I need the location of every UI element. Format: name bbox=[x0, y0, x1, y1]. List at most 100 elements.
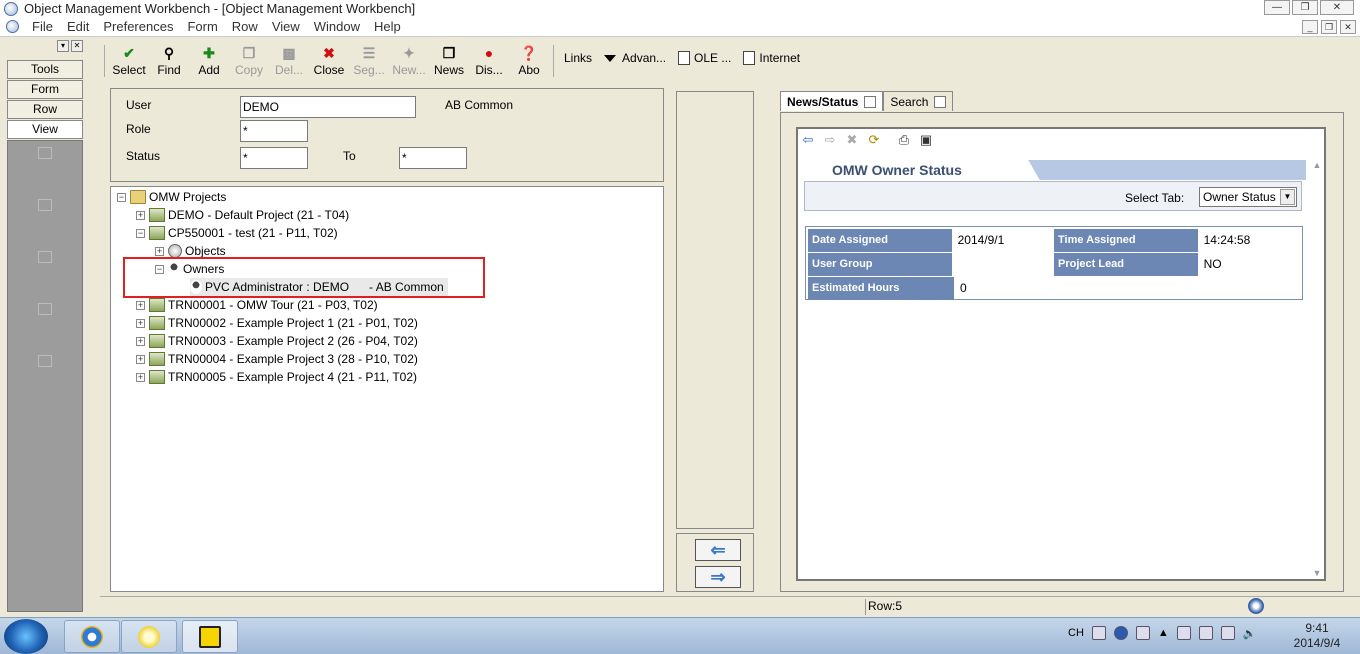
ole-link[interactable]: OLE ... bbox=[678, 48, 731, 68]
find-button[interactable]: ⚲ Find bbox=[149, 42, 189, 80]
internet-link[interactable]: Internet bbox=[743, 48, 800, 68]
ime-indicator[interactable]: CH bbox=[1068, 627, 1084, 639]
move-left-button[interactable]: ⇐ bbox=[695, 539, 741, 561]
mdi-restore-button[interactable]: ❐ bbox=[1321, 20, 1337, 34]
select-tab-label: Select Tab: bbox=[1125, 191, 1185, 205]
taskbar-jde[interactable] bbox=[182, 620, 238, 653]
ie-icon bbox=[81, 625, 103, 648]
print-icon[interactable]: ⎙ bbox=[896, 132, 912, 148]
sidebar-item-view[interactable]: View bbox=[7, 120, 83, 139]
chevron-down-icon[interactable]: ▼ bbox=[1280, 189, 1295, 205]
display-button[interactable]: ● Dis... bbox=[469, 42, 509, 80]
menu-view[interactable]: View bbox=[265, 19, 307, 34]
keyboard-icon[interactable] bbox=[1091, 626, 1106, 640]
mdi-close-button[interactable]: ✕ bbox=[1340, 20, 1356, 34]
settings-icon[interactable] bbox=[1135, 626, 1150, 640]
menu-file[interactable]: File bbox=[25, 19, 60, 34]
forward-icon[interactable]: ⇨ bbox=[822, 132, 838, 148]
tree-node-root[interactable]: − OMW Projects bbox=[117, 188, 226, 206]
exit-icon[interactable] bbox=[38, 147, 52, 159]
sidebar-item-tools[interactable]: Tools bbox=[7, 60, 83, 79]
news-button[interactable]: ❐ News bbox=[429, 42, 469, 80]
links-menu[interactable]: Links bbox=[564, 48, 592, 68]
expand-icon[interactable]: + bbox=[136, 318, 145, 328]
vertical-scrollbar[interactable]: ▲ ▼ bbox=[1310, 160, 1324, 578]
taskbar-bulb[interactable] bbox=[121, 620, 177, 653]
select-button[interactable]: ✔ Select bbox=[109, 42, 149, 80]
sidebar-item-form[interactable]: Form bbox=[7, 80, 83, 99]
tab-search[interactable]: Search bbox=[883, 91, 954, 111]
about-button[interactable]: ❓ Abo bbox=[509, 42, 549, 80]
expand-icon[interactable]: + bbox=[136, 300, 145, 310]
taskbar-ie[interactable] bbox=[64, 620, 120, 653]
new-icon: ✦ bbox=[403, 44, 415, 61]
tab-box-icon bbox=[864, 95, 877, 108]
restore-button[interactable]: ❐ bbox=[1292, 0, 1318, 15]
app-icon bbox=[4, 1, 18, 16]
help-icon[interactable] bbox=[1113, 626, 1128, 640]
estimated-hours-label: Estimated Hours bbox=[808, 277, 954, 300]
status-from-input[interactable]: * bbox=[240, 147, 308, 169]
back-icon[interactable]: ⇦ bbox=[800, 132, 816, 148]
menu-edit[interactable]: Edit bbox=[60, 19, 96, 34]
tree-node-project[interactable]: + TRN00001 - OMW Tour (21 - P03, T02) bbox=[136, 296, 378, 314]
exit-icon[interactable] bbox=[38, 199, 52, 211]
expand-icon[interactable]: + bbox=[136, 354, 145, 364]
sidebar-item-row[interactable]: Row bbox=[7, 100, 83, 119]
show-hidden-icon[interactable]: ▲ bbox=[1158, 627, 1169, 639]
tree-node-project[interactable]: + TRN00002 - Example Project 1 (21 - P01,… bbox=[136, 314, 418, 332]
start-button[interactable] bbox=[4, 619, 48, 654]
role-input[interactable]: * bbox=[240, 120, 308, 142]
exit-icon[interactable] bbox=[38, 303, 52, 315]
advanced-menu[interactable]: Advan... bbox=[604, 48, 666, 68]
user-input[interactable]: DEMO bbox=[240, 96, 416, 118]
tree-node-project[interactable]: + TRN00003 - Example Project 2 (26 - P04,… bbox=[136, 332, 418, 350]
device-icon[interactable] bbox=[1198, 626, 1213, 640]
clock[interactable]: 9:41 2014/9/4 bbox=[1282, 621, 1352, 651]
menu-help[interactable]: Help bbox=[367, 19, 408, 34]
exit-icon[interactable] bbox=[38, 355, 52, 367]
menu-preferences[interactable]: Preferences bbox=[96, 19, 180, 34]
select-tab-dropdown[interactable]: Owner Status ▼ bbox=[1199, 187, 1297, 207]
document-icon[interactable] bbox=[6, 20, 19, 33]
tree-node-project[interactable]: − CP550001 - test (21 - P11, T02) bbox=[136, 224, 338, 242]
menu-window[interactable]: Window bbox=[307, 19, 367, 34]
sidebar-dropdown-button[interactable]: ▾ bbox=[57, 40, 69, 52]
close-button[interactable]: ✖ Close bbox=[309, 42, 349, 80]
delete-button[interactable]: ▩ Del... bbox=[269, 42, 309, 80]
expand-icon[interactable]: + bbox=[136, 336, 145, 346]
expand-icon[interactable]: + bbox=[136, 372, 145, 382]
segment-button[interactable]: ☰ Seg... bbox=[349, 42, 389, 80]
mdi-minimize-button[interactable]: _ bbox=[1302, 20, 1318, 34]
tab-news-status[interactable]: News/Status bbox=[780, 91, 884, 111]
project-icon bbox=[149, 316, 165, 330]
expand-icon[interactable]: + bbox=[155, 246, 164, 256]
volume-icon[interactable]: 🔈 bbox=[1243, 627, 1257, 640]
new-button[interactable]: ✦ New... bbox=[389, 42, 429, 80]
stop-icon[interactable]: ✖ bbox=[844, 132, 860, 148]
taskbar: CH ▲ 🔈 9:41 2014/9/4 bbox=[0, 617, 1360, 654]
minimize-button[interactable]: — bbox=[1264, 0, 1290, 15]
tree-node-project[interactable]: + DEMO - Default Project (21 - T04) bbox=[136, 206, 349, 224]
move-right-button[interactable]: ⇒ bbox=[695, 566, 741, 588]
menu-row[interactable]: Row bbox=[225, 19, 265, 34]
menu-form[interactable]: Form bbox=[180, 19, 224, 34]
expand-icon[interactable]: + bbox=[136, 210, 145, 220]
tree-node-project[interactable]: + TRN00004 - Example Project 3 (28 - P10,… bbox=[136, 350, 418, 368]
save-icon[interactable]: ▣ bbox=[918, 132, 934, 148]
copy-button[interactable]: ❐ Copy bbox=[229, 42, 269, 80]
collapse-icon[interactable]: − bbox=[136, 228, 145, 238]
sidebar-close-button[interactable]: ✕ bbox=[71, 40, 83, 52]
tree-node-project[interactable]: + TRN00005 - Example Project 4 (21 - P11,… bbox=[136, 368, 417, 386]
refresh-icon[interactable]: ⟳ bbox=[866, 132, 882, 148]
add-button[interactable]: ✚ Add bbox=[189, 42, 229, 80]
status-to-input[interactable]: * bbox=[399, 147, 467, 169]
network-icon[interactable] bbox=[1220, 626, 1235, 640]
action-center-icon[interactable] bbox=[1176, 626, 1191, 640]
close-window-button[interactable]: ✕ bbox=[1320, 0, 1354, 15]
browser-toolbar: ⇦ ⇨ ✖ ⟳ ⎙ ▣ bbox=[800, 131, 934, 149]
scroll-down-icon[interactable]: ▼ bbox=[1310, 568, 1324, 578]
scroll-up-icon[interactable]: ▲ bbox=[1310, 160, 1324, 170]
exit-icon[interactable] bbox=[38, 251, 52, 263]
collapse-icon[interactable]: − bbox=[117, 192, 126, 202]
